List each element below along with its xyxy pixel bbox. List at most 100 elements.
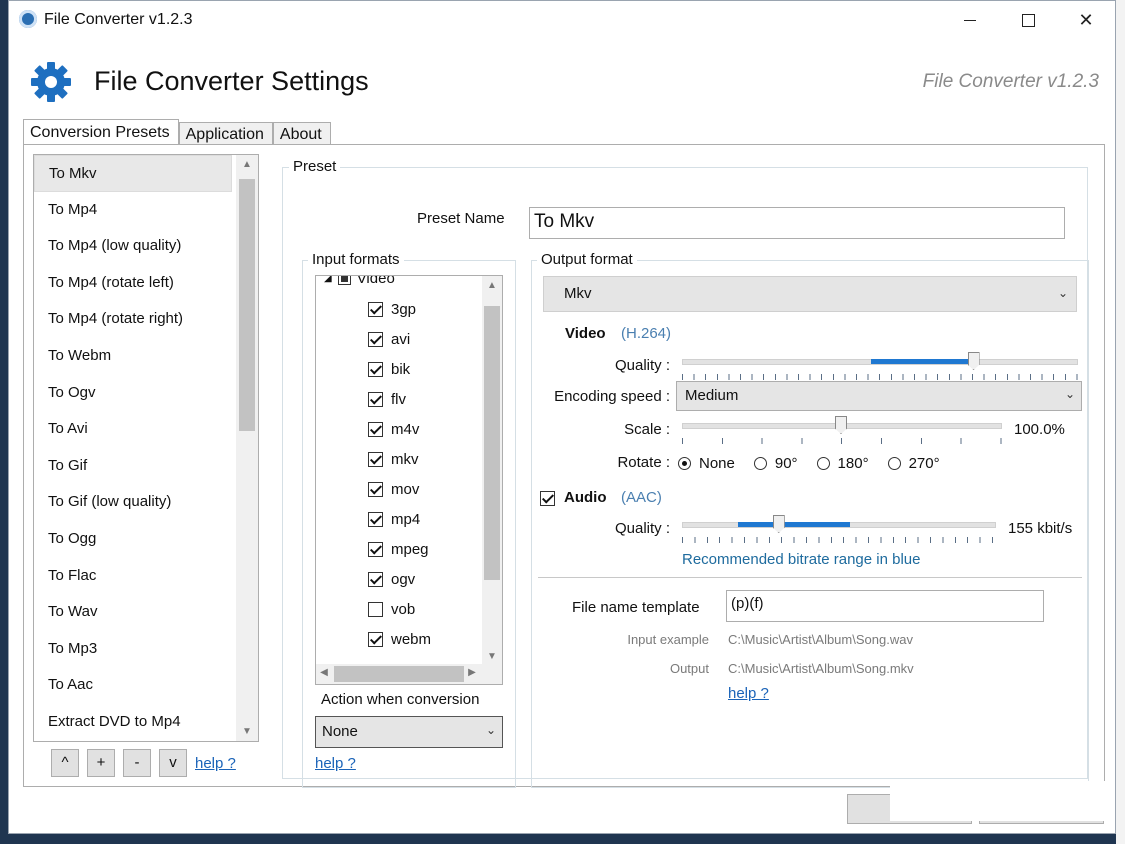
preset-item[interactable]: To Ogv	[34, 375, 232, 412]
audio-quality-thumb[interactable]	[772, 515, 785, 533]
preset-item[interactable]: To Mp4 (rotate left)	[34, 265, 232, 302]
format-row[interactable]: ogv	[368, 564, 415, 594]
rotate-option-label: 90°	[774, 455, 798, 472]
format-row[interactable]: avi	[368, 324, 410, 354]
file-name-template-input[interactable]: (p)(f)	[726, 590, 1044, 622]
scroll-left-icon[interactable]: ◀	[316, 667, 332, 678]
minimize-button[interactable]	[947, 6, 993, 34]
video-quality-thumb[interactable]	[967, 352, 980, 370]
audio-enabled-checkbox[interactable]	[540, 491, 555, 506]
format-checkbox[interactable]	[368, 301, 383, 317]
audio-quality-label: Quality :	[614, 520, 670, 537]
tree-vertical-scrollbar[interactable]: ▲ ▼	[482, 276, 502, 664]
preset-help-link[interactable]: help ?	[195, 755, 236, 772]
preset-item[interactable]: To Aac	[34, 667, 232, 704]
format-checkbox[interactable]	[368, 421, 383, 437]
format-row[interactable]: 3gp	[368, 294, 416, 324]
collapse-icon[interactable]: ◢	[324, 276, 332, 284]
preset-item[interactable]: To Mkv	[34, 155, 232, 192]
scrollbar-corner	[482, 664, 502, 684]
output-format-select[interactable]: Mkv ⌄	[543, 276, 1077, 312]
preset-item[interactable]: To Mp4	[34, 192, 232, 229]
format-row[interactable]: bik	[368, 354, 410, 384]
scroll-down-icon[interactable]: ▼	[482, 651, 502, 662]
format-checkbox[interactable]	[368, 481, 383, 497]
preset-item[interactable]: To Mp4 (low quality)	[34, 228, 232, 265]
format-label: bik	[391, 360, 411, 378]
format-label: m4v	[391, 420, 420, 438]
rotate-option[interactable]: 180°	[816, 455, 869, 472]
scale-thumb[interactable]	[835, 416, 847, 434]
format-label: mp4	[391, 510, 421, 528]
rotate-option[interactable]: 270°	[887, 455, 940, 472]
rotate-option[interactable]: None	[678, 455, 735, 472]
tree-vertical-thumb[interactable]	[484, 306, 500, 580]
format-row[interactable]: vob	[368, 594, 415, 624]
preset-item[interactable]: To Flac	[34, 558, 232, 595]
format-checkbox[interactable]	[368, 511, 383, 527]
format-row[interactable]: flv	[368, 384, 406, 414]
input-formats-label: Input formats	[308, 251, 404, 268]
preset-item[interactable]: To Mp4 (rotate right)	[34, 301, 232, 338]
scroll-up-icon[interactable]: ▲	[236, 159, 258, 170]
move-down-button[interactable]: v	[159, 749, 187, 777]
tree-root-video[interactable]: ◢ Video	[324, 276, 395, 287]
format-checkbox[interactable]	[368, 451, 383, 467]
format-label: avi	[391, 330, 411, 348]
radio-button[interactable]	[678, 457, 691, 470]
format-checkbox[interactable]	[368, 331, 383, 347]
move-up-button[interactable]: ^	[51, 749, 79, 777]
scroll-right-icon[interactable]: ▶	[464, 667, 480, 678]
remove-preset-button[interactable]: -	[123, 749, 151, 777]
scroll-up-icon[interactable]: ▲	[482, 280, 502, 291]
format-row[interactable]: mpeg	[368, 534, 429, 564]
preset-item[interactable]: Extract DVD to Mp4	[34, 704, 232, 741]
preset-item[interactable]: To Webm	[34, 338, 232, 375]
format-row[interactable]: mp4	[368, 504, 420, 534]
format-checkbox[interactable]	[368, 361, 383, 377]
scroll-down-icon[interactable]: ▼	[236, 726, 258, 737]
preset-name-input[interactable]: To Mkv	[529, 207, 1065, 239]
close-button[interactable]: ✕	[1063, 6, 1109, 34]
format-checkbox[interactable]	[368, 601, 383, 617]
preset-item[interactable]: To Gif	[34, 448, 232, 485]
rotate-option[interactable]: 90°	[753, 455, 798, 472]
format-checkbox[interactable]	[368, 631, 383, 647]
format-row[interactable]: mkv	[368, 444, 419, 474]
output-format-group: Output format Mkv ⌄ Video (H.264) Qualit…	[531, 251, 1089, 788]
action-select-value: None	[322, 723, 358, 740]
radio-button[interactable]	[753, 457, 767, 470]
format-label: flv	[391, 390, 406, 408]
partial-checkbox[interactable]	[337, 276, 351, 285]
action-select[interactable]: None ⌄	[315, 716, 503, 748]
maximize-button[interactable]	[1005, 6, 1051, 34]
format-row[interactable]: webm	[368, 624, 431, 654]
scale-value: 100.0%	[1014, 421, 1065, 438]
preset-item[interactable]: To Wav	[34, 594, 232, 631]
action-label: Action when conversion	[321, 691, 480, 708]
tree-horizontal-scrollbar[interactable]: ◀ ▶	[316, 664, 482, 684]
radio-button[interactable]	[816, 457, 830, 470]
preset-item[interactable]: To Mp3	[34, 631, 232, 668]
input-formats-tree: ◢ Video 3gp avi bik flv m4v mkv mov mp4 …	[315, 275, 503, 685]
preset-name-label: Preset Name	[417, 210, 505, 227]
preset-item[interactable]: To Ogg	[34, 521, 232, 558]
preset-list: To Mkv To Mp4 To Mp4 (low quality) To Mp…	[33, 154, 259, 742]
format-row[interactable]: m4v	[368, 414, 419, 444]
scale-label: Scale :	[624, 421, 670, 438]
tree-horizontal-thumb[interactable]	[334, 666, 464, 682]
format-checkbox[interactable]	[368, 571, 383, 587]
radio-button[interactable]	[887, 457, 901, 470]
filename-help-link[interactable]: help ?	[728, 685, 769, 702]
encoding-speed-select[interactable]: Medium ⌄	[676, 381, 1082, 411]
format-checkbox[interactable]	[368, 541, 383, 557]
format-row[interactable]: mov	[368, 474, 419, 504]
add-preset-button[interactable]: +	[87, 749, 115, 777]
preset-item[interactable]: To Gif (low quality)	[34, 484, 232, 521]
format-checkbox[interactable]	[368, 391, 383, 407]
input-formats-help-link[interactable]: help ?	[315, 755, 356, 772]
preset-list-scrollbar[interactable]: ▲ ▼	[236, 155, 258, 741]
preset-item[interactable]: To Avi	[34, 411, 232, 448]
format-label: mkv	[391, 450, 419, 468]
preset-list-scroll-thumb[interactable]	[239, 179, 255, 431]
